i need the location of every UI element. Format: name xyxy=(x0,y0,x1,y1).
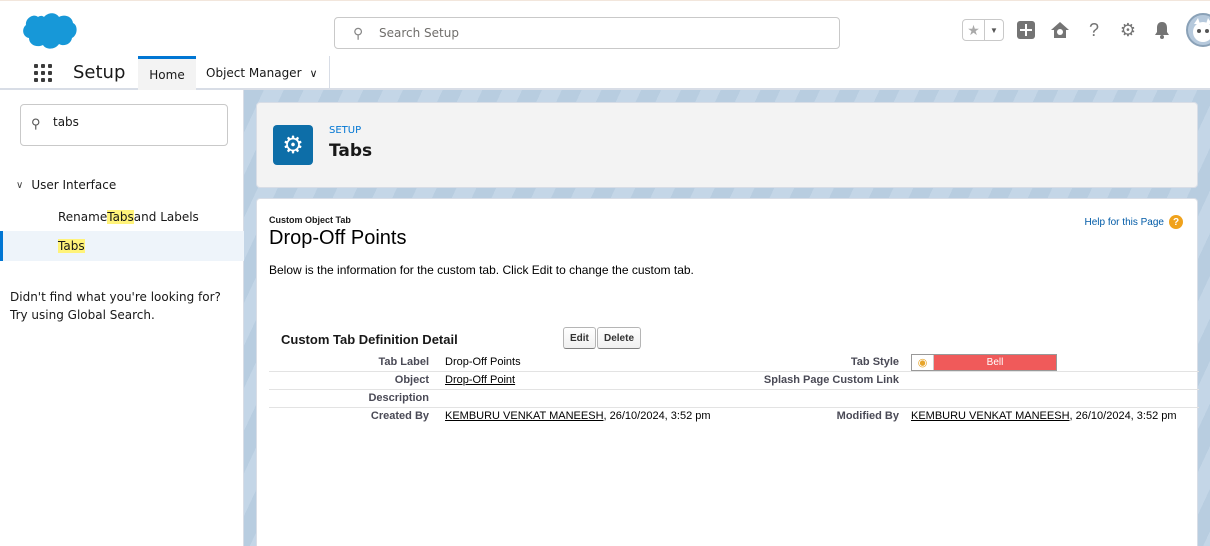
edit-button[interactable]: Edit xyxy=(563,327,596,349)
modified-by-value: KEMBURU VENKAT MANEESH, 26/10/2024, 3:52… xyxy=(911,410,1177,422)
help-icon[interactable]: ? xyxy=(1082,18,1106,42)
app-name: Setup xyxy=(73,62,126,83)
favorites-star-icon[interactable]: ★ xyxy=(963,20,985,40)
chevron-down-icon[interactable]: ∨ xyxy=(16,180,23,191)
quick-find-input[interactable] xyxy=(53,115,213,129)
global-create-icon[interactable] xyxy=(1014,18,1038,42)
tree-node-user-interface[interactable]: ∨ User Interface xyxy=(16,178,116,192)
splash-page-label: Splash Page Custom Link xyxy=(763,374,899,386)
main-content: ⚙ SETUP Tabs Custom Object Tab Drop-Off … xyxy=(244,90,1210,546)
detail-card: Custom Object Tab Drop-Off Points Help f… xyxy=(256,198,1199,546)
search-match-highlight: Tabs xyxy=(58,239,85,253)
tab-style-swatch: ◉ Bell xyxy=(911,354,1057,371)
search-icon: ⚲ xyxy=(31,116,41,131)
bell-icon: ◉ xyxy=(912,355,934,370)
help-icon[interactable]: ? xyxy=(1169,215,1183,229)
detail-intro: Below is the information for the custom … xyxy=(269,263,694,277)
search-icon: ⚲ xyxy=(353,25,364,41)
context-bar: Setup Home Object Manager ∨ xyxy=(0,56,1210,90)
global-header: ⚲ ★ ▼ ? ⚙ xyxy=(0,0,1210,56)
tab-home[interactable]: Home xyxy=(138,56,196,90)
app-launcher-icon[interactable] xyxy=(34,64,52,82)
created-by-value: KEMBURU VENKAT MANEESH, 26/10/2024, 3:52… xyxy=(445,410,711,422)
modified-by-user-link[interactable]: KEMBURU VENKAT MANEESH xyxy=(911,410,1070,422)
description-label: Description xyxy=(368,392,429,404)
salesforce-logo[interactable] xyxy=(20,11,78,51)
page-header: ⚙ SETUP Tabs xyxy=(256,102,1198,188)
not-found-line-1: Didn't find what you're looking for? xyxy=(10,290,221,304)
tab-label-label: Tab Label xyxy=(378,356,429,368)
detail-row: Created By KEMBURU VENKAT MANEESH, 26/10… xyxy=(269,408,1199,426)
object-link[interactable]: Drop-Off Point xyxy=(445,374,515,386)
object-value: Drop-Off Point xyxy=(445,374,515,386)
quick-find[interactable]: ⚲ xyxy=(20,104,228,146)
global-search[interactable]: ⚲ xyxy=(334,17,840,49)
modified-by-date: , 26/10/2024, 3:52 pm xyxy=(1069,410,1177,422)
setup-sidebar: ⚲ ∨ User Interface Rename Tabs and Label… xyxy=(0,90,244,546)
tab-object-manager-label: Object Manager xyxy=(206,66,302,80)
page-title: Tabs xyxy=(329,141,373,161)
object-label: Object xyxy=(394,374,429,386)
user-avatar[interactable] xyxy=(1186,13,1210,47)
created-by-label: Created By xyxy=(370,410,429,422)
tab-object-manager[interactable]: Object Manager ∨ xyxy=(198,56,330,90)
notifications-bell-icon[interactable] xyxy=(1150,18,1174,42)
section-title: Custom Tab Definition Detail xyxy=(281,332,458,347)
tab-label-value: Drop-Off Points xyxy=(445,356,521,368)
detail-row: Description xyxy=(269,390,1199,408)
detail-title: Drop-Off Points xyxy=(269,227,407,249)
trailhead-icon[interactable] xyxy=(1048,18,1072,42)
chevron-down-icon[interactable]: ∨ xyxy=(310,67,318,80)
search-input[interactable] xyxy=(379,23,819,43)
sidebar-item-rename-tabs-and-labels[interactable]: Rename Tabs and Labels xyxy=(0,202,244,232)
favorites-group: ★ ▼ xyxy=(962,19,1004,41)
help-for-this-page-link[interactable]: Help for this Page ? xyxy=(1084,215,1183,229)
not-found-line-2: Try using Global Search. xyxy=(10,308,155,322)
search-match-highlight: Tabs xyxy=(107,210,134,224)
created-by-date: , 26/10/2024, 3:52 pm xyxy=(603,410,711,422)
detail-eyebrow: Custom Object Tab xyxy=(269,215,351,225)
detail-row: Object Drop-Off Point Splash Page Custom… xyxy=(269,372,1199,390)
detail-row: Tab Label Drop-Off Points Tab Style ◉ Be… xyxy=(269,354,1199,372)
sidebar-item-label-part: and Labels xyxy=(133,210,199,224)
delete-button[interactable]: Delete xyxy=(597,327,642,349)
tab-style-label: Tab Style xyxy=(850,356,899,368)
setup-gear-icon[interactable]: ⚙ xyxy=(1116,18,1140,42)
help-link-label: Help for this Page xyxy=(1084,216,1165,228)
modified-by-label: Modified By xyxy=(836,410,899,422)
tree-node-label: User Interface xyxy=(31,178,117,192)
favorites-dropdown-icon[interactable]: ▼ xyxy=(985,20,1003,40)
sidebar-item-label-part: Rename xyxy=(58,210,108,224)
header-actions: ★ ▼ ? ⚙ xyxy=(962,13,1210,47)
tab-style-name: Bell xyxy=(986,357,1004,368)
setup-gear-icon: ⚙ xyxy=(273,125,313,165)
not-found-message: Didn't find what you're looking for? Try… xyxy=(10,288,221,324)
page-header-eyebrow: SETUP xyxy=(329,125,362,136)
sidebar-item-tabs[interactable]: Tabs xyxy=(0,231,244,261)
created-by-user-link[interactable]: KEMBURU VENKAT MANEESH xyxy=(445,410,604,422)
